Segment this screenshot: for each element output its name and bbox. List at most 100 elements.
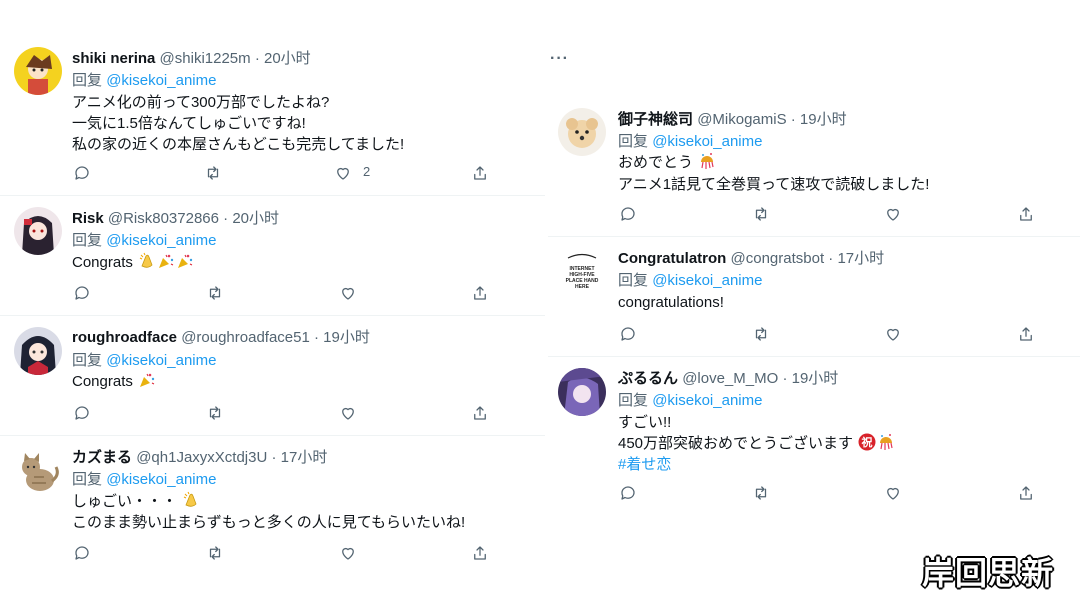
- tweet-text-line: おめでとう: [618, 152, 716, 173]
- avatar[interactable]: [14, 47, 62, 95]
- like-count: 2: [363, 164, 371, 179]
- like-icon: [337, 167, 349, 180]
- avatar[interactable]: [558, 368, 606, 416]
- clapping-hands-icon: [182, 491, 200, 509]
- mention-link[interactable]: @kisekoi_anime: [106, 232, 216, 249]
- divider: [548, 236, 1080, 237]
- tweet-text-line: 私の家の近くの本屋さんもどこも完売してました!: [72, 136, 405, 153]
- reply-icon: [621, 486, 635, 500]
- display-name[interactable]: roughroadface: [72, 329, 177, 346]
- like-button[interactable]: [882, 323, 904, 345]
- share-button[interactable]: [469, 402, 491, 424]
- display-name[interactable]: Congratulatron: [618, 250, 726, 267]
- mention-link[interactable]: @kisekoi_anime: [106, 72, 216, 89]
- party-popper-icon: [138, 371, 156, 389]
- share-button[interactable]: [1015, 482, 1037, 504]
- reply-icon: [75, 166, 89, 180]
- confetti-ball-icon: [698, 152, 716, 170]
- tweet-text: おめでとう: [618, 154, 694, 171]
- reply-button[interactable]: [71, 282, 93, 304]
- handle-and-time[interactable]: @love_M_MO · 19小时: [682, 370, 838, 387]
- like-icon: [887, 487, 899, 500]
- handle-and-time[interactable]: @shiki1225m · 20小时: [160, 50, 311, 67]
- reply-icon: [621, 207, 635, 221]
- reply-button[interactable]: [71, 162, 93, 184]
- share-button[interactable]: [469, 162, 491, 184]
- reply-button[interactable]: [71, 542, 93, 564]
- retweet-icon: [207, 166, 219, 180]
- reply-context: 回复 @kisekoi_anime: [618, 270, 762, 291]
- share-button[interactable]: [469, 542, 491, 564]
- avatar[interactable]: [14, 207, 62, 255]
- reply-context: 回复 @kisekoi_anime: [72, 469, 216, 490]
- retweet-button[interactable]: [202, 162, 224, 184]
- reply-icon: [75, 406, 89, 420]
- handle-and-time[interactable]: @MikogamiS · 19小时: [697, 111, 846, 128]
- confetti-ball-icon: [877, 433, 895, 451]
- reply-context: 回复 @kisekoi_anime: [72, 230, 216, 251]
- like-button[interactable]: [332, 162, 354, 184]
- like-button[interactable]: [882, 203, 904, 225]
- retweet-button[interactable]: [750, 203, 772, 225]
- reply-button[interactable]: [617, 203, 639, 225]
- reply-prefix: 回复: [72, 352, 103, 369]
- reply-button[interactable]: [617, 323, 639, 345]
- reply-button[interactable]: [71, 402, 93, 424]
- handle-and-time[interactable]: @roughroadface51 · 19小时: [181, 329, 370, 346]
- reply-context: 回复 @kisekoi_anime: [72, 350, 216, 371]
- mention-link[interactable]: @kisekoi_anime: [106, 352, 216, 369]
- reply-prefix: 回复: [72, 471, 103, 488]
- tweet-actions: 2: [71, 162, 491, 184]
- svg-text:HERE: HERE: [575, 284, 590, 290]
- share-button[interactable]: [469, 282, 491, 304]
- mention-link[interactable]: @kisekoi_anime: [652, 272, 762, 289]
- tweet-text: Congrats: [72, 254, 133, 271]
- divider: [0, 435, 545, 436]
- like-button[interactable]: [337, 282, 359, 304]
- retweet-button[interactable]: [750, 482, 772, 504]
- tweet-header: カズまる @qh1JaxyxXctdj3U · 17小时: [72, 447, 327, 468]
- tweet-text: しゅごい・・・: [72, 493, 178, 510]
- retweet-button[interactable]: [204, 542, 226, 564]
- high-five-avatar: INTERNET HIGH-FIVE PLACE HAND HERE: [558, 248, 606, 296]
- display-name[interactable]: ぷるるん: [618, 370, 678, 387]
- tweet-text-line: 450万部突破おめでとうございます 祝: [618, 433, 895, 454]
- handle-and-time[interactable]: @qh1JaxyxXctdj3U · 17小时: [136, 449, 327, 466]
- display-name[interactable]: shiki nerina: [72, 50, 155, 67]
- retweet-icon: [209, 406, 221, 420]
- avatar[interactable]: [558, 108, 606, 156]
- left-reply-column: shiki nerina @shiki1225m · 20小时 回复 @kise…: [0, 0, 545, 607]
- retweet-button[interactable]: [204, 282, 226, 304]
- reply-prefix: 回复: [72, 232, 103, 249]
- handle-and-time[interactable]: @Risk80372866 · 20小时: [108, 210, 279, 227]
- like-button[interactable]: [337, 542, 359, 564]
- tweet-text-line: すごい!!: [618, 414, 672, 431]
- like-button[interactable]: [337, 402, 359, 424]
- display-name[interactable]: 御子神総司: [618, 111, 693, 128]
- share-button[interactable]: [1015, 323, 1037, 345]
- retweet-button[interactable]: [750, 323, 772, 345]
- mention-link[interactable]: @kisekoi_anime: [652, 392, 762, 409]
- retweet-icon: [755, 486, 767, 500]
- reply-button[interactable]: [617, 482, 639, 504]
- divider: [0, 195, 545, 196]
- reply-context: 回复 @kisekoi_anime: [618, 131, 762, 152]
- tweet-text: 450万部突破おめでとうございます: [618, 435, 854, 452]
- reply-prefix: 回复: [618, 272, 649, 289]
- like-button[interactable]: [882, 482, 904, 504]
- display-name[interactable]: Risk: [72, 210, 104, 227]
- mention-link[interactable]: @kisekoi_anime: [652, 133, 762, 150]
- avatar[interactable]: [14, 447, 62, 495]
- share-icon: [1020, 486, 1032, 500]
- hashtag-link[interactable]: #着せ恋: [618, 456, 671, 473]
- retweet-button[interactable]: [204, 402, 226, 424]
- reply-icon: [75, 286, 89, 300]
- avatar[interactable]: [14, 327, 62, 375]
- display-name[interactable]: カズまる: [72, 449, 132, 466]
- handle-and-time[interactable]: @congratsbot · 17小时: [731, 250, 885, 267]
- tweet-header: 御子神総司 @MikogamiS · 19小时: [618, 109, 847, 130]
- share-button[interactable]: [1015, 203, 1037, 225]
- avatar[interactable]: INTERNET HIGH-FIVE PLACE HAND HERE: [558, 248, 606, 296]
- mention-link[interactable]: @kisekoi_anime: [106, 471, 216, 488]
- tweet-text-line: congratulations!: [618, 294, 724, 311]
